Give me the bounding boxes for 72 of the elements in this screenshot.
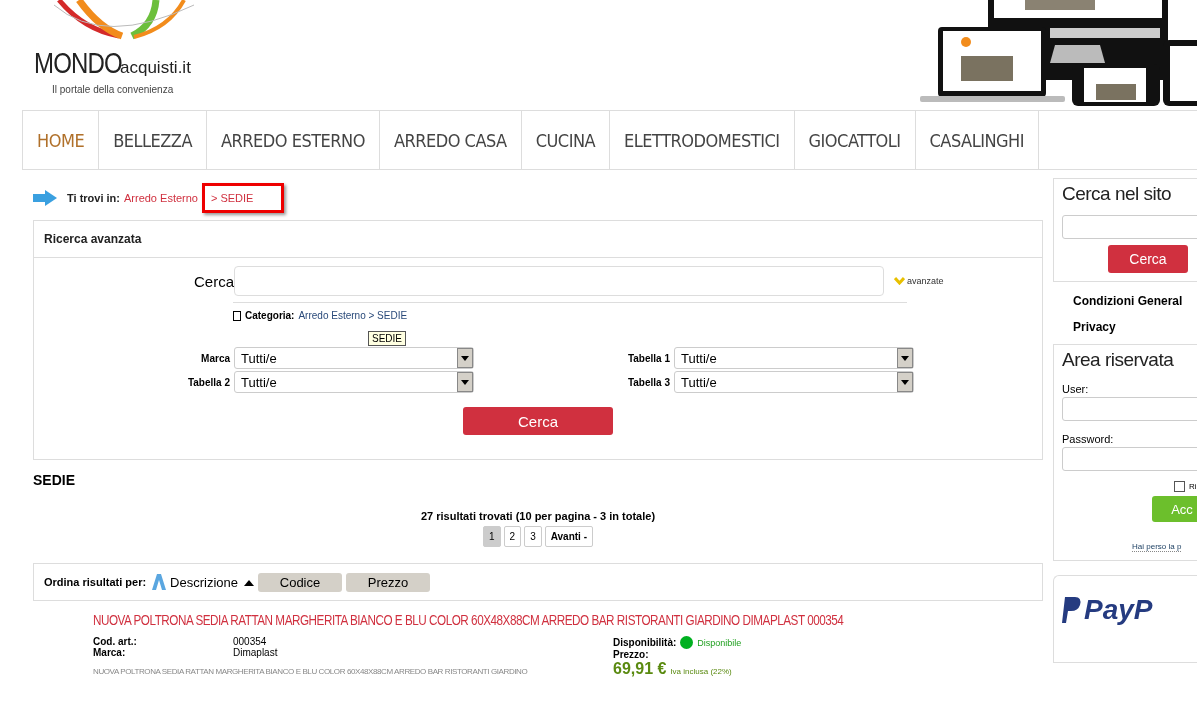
filter-dropdown[interactable]: Tutti/e: [674, 371, 914, 393]
sidebar-link[interactable]: Privacy: [1073, 320, 1197, 334]
filter-label: Tabella 3: [627, 376, 670, 388]
brand-value: Dimaplast: [233, 647, 278, 658]
sort-option[interactable]: Descrizione: [170, 572, 254, 592]
price-label: Prezzo:: [613, 649, 650, 660]
page-link[interactable]: 2: [503, 526, 522, 547]
caret-down-icon: [461, 355, 469, 361]
tagline: Il portale della convenienza: [52, 84, 174, 95]
nav-link[interactable]: GIOCATTOLI: [794, 111, 916, 169]
nav-link[interactable]: CASALINGHI: [915, 111, 1040, 169]
remember-label: Ri: [1189, 482, 1197, 491]
logo-wordmark[interactable]: MONDOacquisti.it: [34, 46, 191, 80]
product-description: NUOVA POLTRONA SEDIA RATTAN MARGHERITA BIANCO E BLU COLOR 60X48X88CM ARREDO BAR RISTORANTI GIARDINO: [93, 666, 528, 678]
nav-link[interactable]: CUCINA: [521, 111, 611, 169]
availability-status: Disponibile: [697, 637, 742, 648]
remember-checkbox[interactable]: [1174, 481, 1185, 492]
filter-dropdown[interactable]: Tutti/e: [234, 347, 474, 369]
breadcrumb-link[interactable]: Arredo Esterno: [123, 192, 198, 204]
filter-label: Tabella 2: [187, 376, 230, 388]
vat-note: Iva inclusa (22%): [670, 667, 732, 676]
search-button[interactable]: Cerca: [1108, 245, 1188, 273]
page-link[interactable]: 3: [524, 526, 542, 547]
nav-link[interactable]: ARREDO CASA: [379, 111, 522, 169]
site-search-field[interactable]: [1062, 215, 1197, 239]
filter-dropdown[interactable]: Tutti/e: [234, 371, 474, 393]
paypal-logo: PayP: [1062, 594, 1197, 626]
breadcrumb-label: Ti trovi in:: [67, 192, 120, 204]
search-field[interactable]: [234, 266, 884, 296]
product-title-link[interactable]: NUOVA POLTRONA SEDIA RATTAN MARGHERITA BIANCO E BLU COLOR 60X48X88CM ARREDO BAR RISTORANTI GIARDINO DIMAPLAST 000354: [93, 611, 844, 628]
tooltip: SEDIE: [368, 331, 406, 346]
search-button[interactable]: Cerca: [463, 407, 613, 435]
password-field[interactable]: [1062, 447, 1197, 471]
password-label: Password:: [1062, 433, 1115, 445]
remove-icon[interactable]: [233, 310, 241, 321]
filter-dropdown[interactable]: Tutti/e: [674, 347, 914, 369]
category-title: SEDIE: [33, 472, 76, 488]
breadcrumb-link[interactable]: > SEDIE: [201, 183, 285, 213]
sidebar-link[interactable]: Condizioni General: [1073, 294, 1197, 308]
panel-title: Ricerca avanzata: [34, 221, 1042, 258]
category-value: Arredo Esterno > SEDIE: [298, 310, 408, 321]
caret-up-icon: [244, 578, 254, 586]
filter-label: Marca: [201, 352, 230, 364]
chevron-down-icon: [894, 277, 905, 285]
caret-down-icon: [461, 379, 469, 385]
nav-link[interactable]: ELETTRODOMESTICI: [610, 111, 795, 169]
availability-label: Disponibilità:: [613, 637, 677, 648]
arrow-right-icon: [33, 190, 57, 206]
sort-option[interactable]: Prezzo: [346, 572, 430, 592]
code-label: Cod. art.:: [93, 636, 138, 647]
caret-down-icon: [901, 355, 909, 361]
user-field[interactable]: [1062, 397, 1197, 421]
nav-link[interactable]: BELLEZZA: [99, 111, 207, 169]
page-link[interactable]: 1: [483, 526, 501, 547]
nav-link[interactable]: HOME: [23, 111, 100, 169]
nav-link[interactable]: ARREDO ESTERNO: [207, 111, 380, 169]
code-value: 000354: [233, 636, 267, 647]
advanced-link[interactable]: avanzate: [894, 276, 944, 286]
forgot-password-link[interactable]: Hai perso la p: [1132, 542, 1182, 552]
results-summary: 27 risultati trovati (10 per pagina - 3 in totale): [419, 510, 657, 522]
sort-label: Ordina risultati per:: [44, 576, 147, 588]
next-page-link[interactable]: Avanti -: [544, 526, 593, 547]
brand-label: Marca:: [93, 647, 127, 658]
letter-a-icon: [152, 574, 167, 590]
caret-down-icon: [901, 379, 909, 385]
filter-label: Tabella 1: [627, 352, 670, 364]
panel-title: Area riservata: [1062, 349, 1175, 371]
user-label: User:: [1062, 383, 1090, 395]
price: 69,91 €: [613, 660, 667, 678]
category-label: Categoria:: [245, 310, 295, 321]
panel-title: Cerca nel sito: [1062, 183, 1173, 205]
sort-option[interactable]: Codice: [258, 572, 342, 592]
